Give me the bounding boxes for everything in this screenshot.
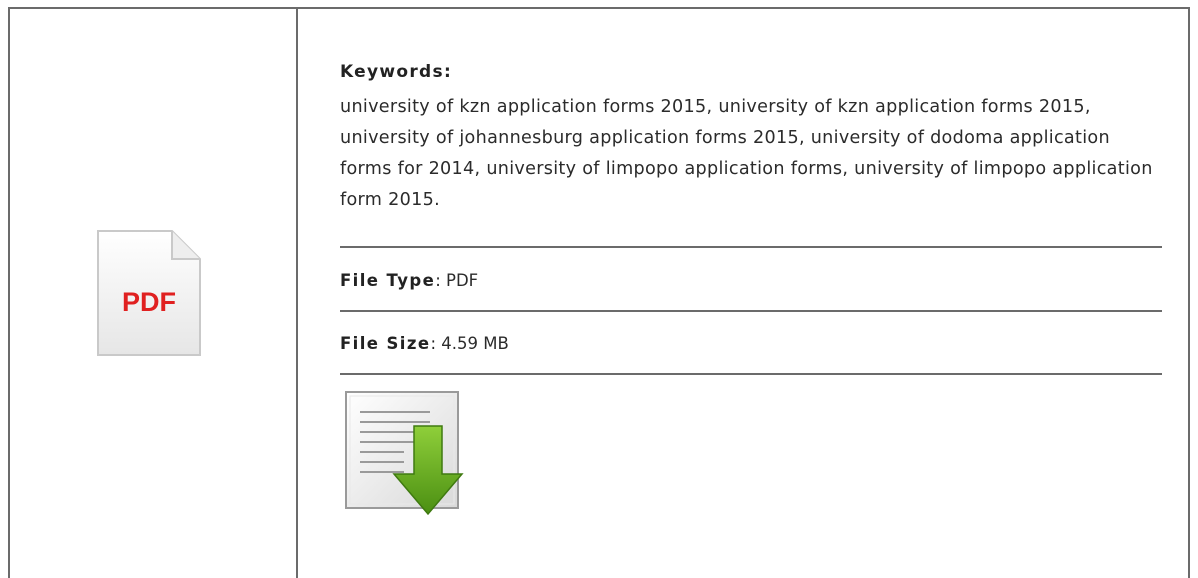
file-size-value: 4.59 MB (441, 334, 509, 353)
divider (340, 373, 1162, 375)
pdf-label: PDF (122, 287, 176, 317)
keywords-heading: Keywords: (340, 62, 453, 82)
divider (340, 310, 1162, 312)
file-size-label: File Size (340, 334, 431, 353)
download-icon[interactable] (344, 390, 470, 516)
file-size-row: File Size: 4.59 MB (340, 334, 509, 353)
pdf-file-icon: PDF (96, 229, 202, 357)
file-type-row: File Type: PDF (340, 271, 479, 290)
column-divider (296, 7, 298, 578)
file-type-label: File Type (340, 271, 436, 290)
file-type-value: PDF (446, 271, 479, 290)
keywords-text: university of kzn application forms 2015… (340, 97, 1153, 210)
divider (340, 246, 1162, 248)
